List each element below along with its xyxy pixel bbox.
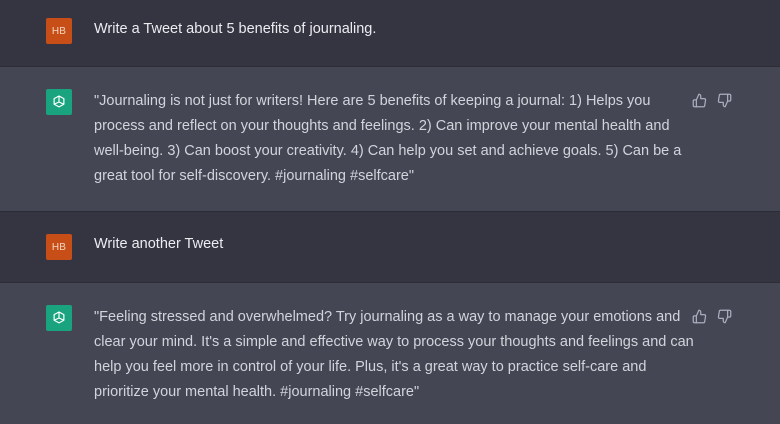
thumbs-down-icon[interactable] — [716, 92, 732, 108]
thumbs-down-icon[interactable] — [716, 308, 732, 324]
assistant-message: "Feeling stressed and overwhelmed? Try j… — [0, 283, 780, 424]
chat-thread: HB Write a Tweet about 5 benefits of jou… — [0, 0, 780, 424]
user-avatar: HB — [46, 18, 72, 44]
thumbs-up-icon[interactable] — [691, 308, 707, 324]
user-message-text: Write a Tweet about 5 benefits of journa… — [94, 21, 377, 37]
user-message: HB Write another Tweet — [0, 212, 780, 283]
openai-logo-icon — [46, 305, 72, 331]
thumbs-up-icon[interactable] — [691, 92, 707, 108]
assistant-message: "Journaling is not just for writers! Her… — [0, 67, 780, 212]
user-avatar: HB — [46, 234, 72, 260]
assistant-message-text: "Journaling is not just for writers! Her… — [94, 93, 682, 184]
assistant-message-text: "Feeling stressed and overwhelmed? Try j… — [94, 309, 694, 400]
feedback-controls — [691, 92, 732, 108]
openai-logo-icon — [46, 89, 72, 115]
user-message-text: Write another Tweet — [94, 236, 224, 252]
feedback-controls — [691, 308, 732, 324]
user-message: HB Write a Tweet about 5 benefits of jou… — [0, 0, 780, 67]
